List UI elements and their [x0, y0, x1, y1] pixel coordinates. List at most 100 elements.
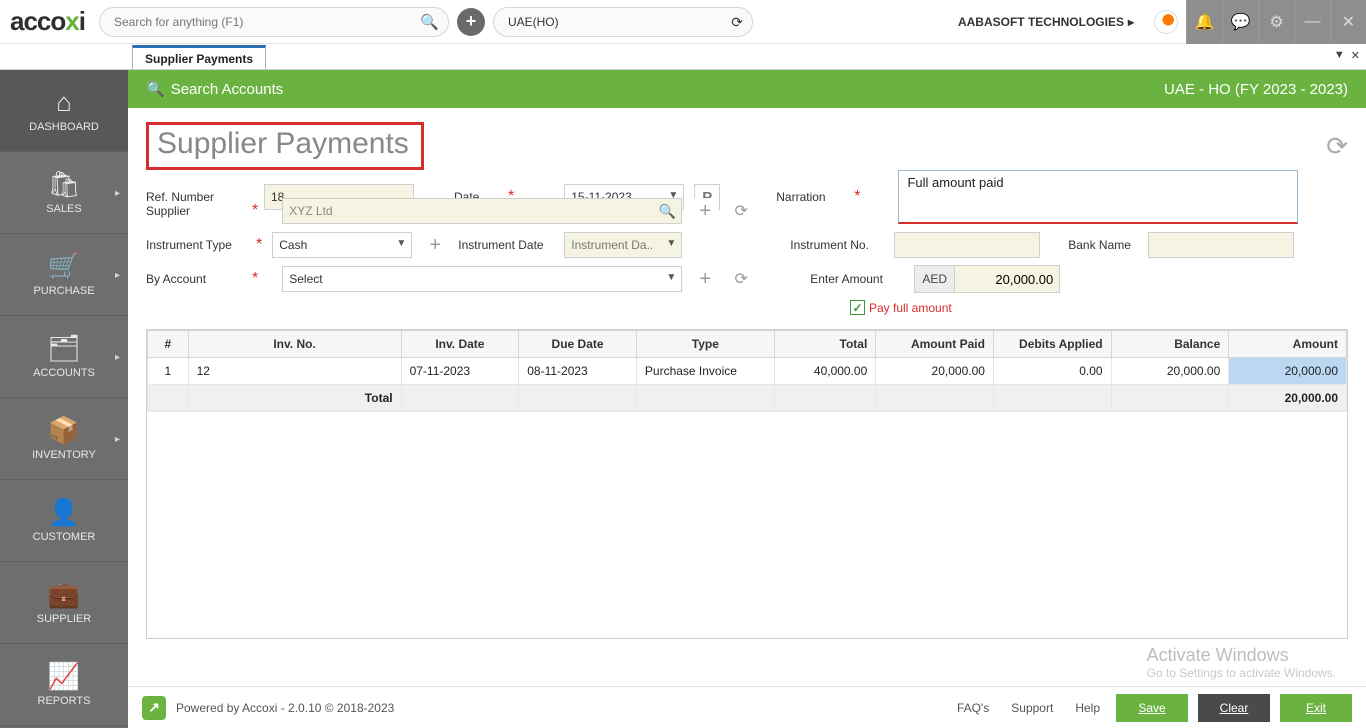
pay-full-checkbox[interactable]: ✓ Pay full amount	[850, 300, 1348, 315]
context-bar: 🔍 Search Accounts UAE - HO (FY 2023 - 20…	[128, 70, 1366, 108]
sidebar-item-reports[interactable]: 📈 REPORTS	[0, 644, 128, 726]
amount-input[interactable]	[955, 266, 1059, 292]
search-accounts-button[interactable]: 🔍 Search Accounts	[146, 80, 283, 98]
sidebar-item-inventory[interactable]: 📦 INVENTORY ▸	[0, 398, 128, 480]
search-icon[interactable]: 🔍	[420, 13, 439, 31]
page-title: Supplier Payments	[157, 127, 409, 161]
chevron-right-icon: ▸	[1128, 15, 1134, 29]
ref-number-label: Ref. Number	[146, 190, 254, 204]
powered-by: Powered by Accoxi - 2.0.10 © 2018-2023	[176, 701, 394, 715]
instrument-type-label: Instrument Type	[146, 238, 244, 252]
company-name[interactable]: AABASOFT TECHNOLOGIES▸	[958, 15, 1140, 29]
col-amount: Amount	[1229, 331, 1347, 358]
refresh-icon[interactable]: ⟳	[1326, 131, 1348, 162]
col-invdate: Inv. Date	[401, 331, 519, 358]
col-num: #	[148, 331, 189, 358]
sidebar-item-accounts[interactable]: 🗂 ACCOUNTS ▸	[0, 316, 128, 398]
instrument-type-select[interactable]	[272, 232, 412, 258]
faq-link[interactable]: FAQ's	[951, 701, 995, 715]
plus-icon[interactable]: +	[692, 198, 718, 224]
col-duedate: Due Date	[519, 331, 637, 358]
amount-cell[interactable]: 20,000.00	[1229, 358, 1347, 385]
sync-icon[interactable]: ⟳	[731, 14, 743, 31]
gear-icon[interactable]: ⚙	[1258, 0, 1294, 44]
tab-supplier-payments[interactable]: Supplier Payments	[132, 45, 266, 69]
bag-icon: 🛍	[47, 171, 80, 197]
home-icon: ⌂	[56, 89, 72, 115]
cart-icon: 🛒	[48, 253, 80, 279]
refresh-icon[interactable]: ⟳	[728, 198, 754, 224]
table-row[interactable]: 1 12 07-11-2023 08-11-2023 Purchase Invo…	[148, 358, 1347, 385]
minimize-icon[interactable]: —	[1294, 0, 1330, 44]
refresh-icon[interactable]: ⟳	[728, 266, 754, 292]
sidebar-item-label: CUSTOMER	[33, 531, 96, 543]
sidebar-item-label: DASHBOARD	[29, 121, 99, 133]
sidebar-item-dashboard[interactable]: ⌂ DASHBOARD	[0, 70, 128, 152]
save-button[interactable]: Save	[1116, 694, 1188, 722]
avatar[interactable]	[1154, 10, 1178, 34]
search-input[interactable]	[99, 7, 449, 37]
system-icons: 🔔 💬 ⚙ — ✕	[1186, 0, 1366, 44]
instrument-no-label: Instrument No.	[790, 238, 884, 252]
brand-icon: ↗	[142, 696, 166, 720]
sidebar-item-supplier[interactable]: 💼 SUPPLIER	[0, 562, 128, 644]
chevron-right-icon: ▸	[115, 434, 120, 445]
org-input[interactable]	[493, 7, 753, 37]
person-icon: 👤	[48, 499, 80, 525]
sidebar: ⌂ DASHBOARD 🛍 SALES ▸ 🛒 PURCHASE ▸ 🗂 ACC…	[0, 70, 128, 728]
tab-dropdown-icon[interactable]: ▼	[1334, 49, 1345, 62]
col-type: Type	[636, 331, 774, 358]
col-paid: Amount Paid	[876, 331, 994, 358]
plus-icon[interactable]: +	[422, 232, 448, 258]
help-link[interactable]: Help	[1069, 701, 1106, 715]
org-selector: ⟳	[493, 7, 753, 37]
sidebar-item-customer[interactable]: 👤 CUSTOMER	[0, 480, 128, 562]
search-icon: 🔍	[146, 80, 165, 98]
main: 🔍 Search Accounts UAE - HO (FY 2023 - 20…	[128, 70, 1366, 728]
clear-button[interactable]: Clear	[1198, 694, 1270, 722]
amount-box: AED	[914, 265, 1060, 293]
bank-name-label: Bank Name	[1068, 238, 1138, 252]
chat-icon[interactable]: 💬	[1222, 0, 1258, 44]
col-invno: Inv. No.	[188, 331, 401, 358]
topbar: accoxi 🔍 + ⟳ AABASOFT TECHNOLOGIES▸ 🔔 💬 …	[0, 0, 1366, 44]
sidebar-item-label: SUPPLIER	[37, 613, 91, 625]
currency-label: AED	[915, 266, 955, 292]
narration-input[interactable]: Full amount paid	[898, 170, 1298, 224]
footer: ↗ Powered by Accoxi - 2.0.10 © 2018-2023…	[128, 686, 1366, 728]
enter-amount-label: Enter Amount	[810, 272, 904, 286]
sidebar-item-label: REPORTS	[38, 695, 91, 707]
exit-button[interactable]: Exit	[1280, 694, 1352, 722]
chevron-right-icon: ▸	[115, 270, 120, 281]
instrument-no-input[interactable]	[894, 232, 1040, 258]
invoice-table: # Inv. No. Inv. Date Due Date Type Total…	[146, 329, 1348, 639]
by-account-select[interactable]	[282, 266, 682, 292]
calculator-icon: 🗂	[47, 335, 80, 361]
sidebar-item-label: ACCOUNTS	[33, 367, 95, 379]
supplier-input[interactable]	[282, 198, 682, 224]
logo: accoxi	[6, 6, 91, 37]
table-total-row: Total 20,000.00	[148, 385, 1347, 412]
chart-icon: 📈	[48, 663, 80, 689]
sidebar-item-label: INVENTORY	[32, 449, 96, 461]
bank-name-input[interactable]	[1148, 232, 1294, 258]
form: Ref. Number Date * ▼ P Narration * Full …	[128, 180, 1366, 321]
col-total: Total	[774, 331, 875, 358]
instrument-date-input[interactable]	[564, 232, 682, 258]
close-icon[interactable]: ✕	[1330, 0, 1366, 44]
tab-close-icon[interactable]: ✕	[1351, 49, 1360, 62]
support-link[interactable]: Support	[1005, 701, 1059, 715]
add-button[interactable]: +	[457, 8, 485, 36]
global-search: 🔍	[99, 7, 449, 37]
sidebar-item-label: PURCHASE	[33, 285, 94, 297]
plus-icon[interactable]: +	[692, 266, 718, 292]
search-icon[interactable]: 🔍	[659, 203, 676, 220]
sidebar-item-purchase[interactable]: 🛒 PURCHASE ▸	[0, 234, 128, 316]
by-account-label: By Account	[146, 272, 240, 286]
sidebar-item-label: SALES	[46, 203, 81, 215]
bell-icon[interactable]: 🔔	[1186, 0, 1222, 44]
tabstrip: Supplier Payments ▼ ✕	[0, 44, 1366, 70]
instrument-date-label: Instrument Date	[458, 238, 554, 252]
sidebar-item-sales[interactable]: 🛍 SALES ▸	[0, 152, 128, 234]
check-icon: ✓	[850, 300, 865, 315]
